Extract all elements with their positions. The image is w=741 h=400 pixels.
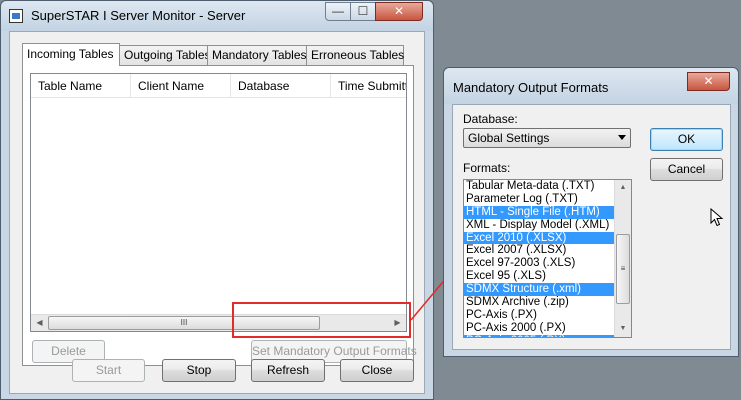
format-list-item[interactable]: Excel 2010 (.XLSX): [464, 231, 615, 245]
format-list-item[interactable]: Parameter Log (.TXT): [464, 193, 615, 206]
dialog-title: Mandatory Output Formats: [453, 80, 609, 95]
dialog-client-area: Database: Global Settings Formats: Tabul…: [452, 104, 731, 350]
app-icon: [9, 9, 23, 23]
ok-button[interactable]: OK: [650, 128, 723, 151]
close-button[interactable]: Close: [340, 359, 414, 382]
incoming-tables-list[interactable]: Table Name Client Name Database Time Sub…: [30, 73, 407, 332]
column-table-name[interactable]: Table Name: [31, 74, 131, 98]
dialog-title-bar[interactable]: Mandatory Output Formats ✕: [444, 68, 738, 104]
format-list-item[interactable]: Excel 97-2003 (.XLS): [464, 257, 615, 270]
formats-label: Formats:: [463, 161, 511, 175]
database-label: Database:: [463, 112, 518, 126]
format-list-item[interactable]: SDMX Structure (.xml): [464, 283, 615, 297]
scroll-thumb[interactable]: ≡: [616, 234, 630, 304]
column-database[interactable]: Database: [231, 74, 331, 98]
mouse-pointer-icon: [710, 208, 724, 227]
formats-items: Tabular Meta-data (.TXT) Parameter Log (.…: [464, 180, 615, 337]
window-title: SuperSTAR I Server Monitor - Server: [31, 8, 246, 23]
formats-listbox[interactable]: Tabular Meta-data (.TXT) Parameter Log (.…: [463, 179, 632, 338]
tab-outgoing-tables[interactable]: Outgoing Tables: [119, 45, 211, 65]
maximize-button[interactable]: ☐: [350, 2, 376, 21]
format-list-item[interactable]: Excel 95 (.XLS): [464, 270, 615, 283]
mandatory-output-formats-dialog: Mandatory Output Formats ✕ Database: Glo…: [443, 67, 739, 357]
database-select[interactable]: Global Settings: [463, 128, 631, 148]
highlight-box: [232, 302, 411, 338]
refresh-button[interactable]: Refresh: [251, 359, 325, 382]
minimize-button[interactable]: —: [325, 2, 351, 21]
tab-incoming-tables[interactable]: Incoming Tables: [22, 43, 120, 66]
main-client-area: Incoming Tables Outgoing Tables Mandator…: [9, 31, 425, 394]
format-list-item[interactable]: PC-Axis (.PX): [464, 309, 615, 322]
format-list-item[interactable]: Excel 2007 (.XLSX): [464, 244, 615, 257]
format-list-item[interactable]: HTML - Single File (.HTM): [464, 205, 615, 219]
stop-button[interactable]: Stop: [162, 359, 236, 382]
chevron-down-icon: [618, 135, 626, 140]
column-client-name[interactable]: Client Name: [131, 74, 231, 98]
scroll-down-icon[interactable]: ▼: [615, 321, 631, 337]
scroll-up-icon[interactable]: ▲: [615, 180, 631, 196]
format-list-item[interactable]: XML - Display Model (.XML): [464, 219, 615, 232]
list-header: Table Name Client Name Database Time Sub…: [31, 74, 406, 98]
start-button[interactable]: Start: [72, 359, 145, 382]
server-monitor-window: SuperSTAR I Server Monitor - Server — ☐ …: [0, 0, 434, 400]
vertical-scrollbar[interactable]: ▲ ≡ ▼: [614, 180, 631, 337]
database-select-value: Global Settings: [468, 131, 550, 145]
dialog-close-button[interactable]: ✕: [687, 72, 730, 91]
column-time-submitted[interactable]: Time Submitted: [331, 74, 406, 98]
format-list-item[interactable]: PC-Axis 2000 (.PX): [464, 322, 615, 335]
format-list-item[interactable]: Tabular Meta-data (.TXT): [464, 180, 615, 193]
format-list-item[interactable]: SDMX Archive (.zip): [464, 296, 615, 309]
format-list-item[interactable]: PC-Axis 2005 (.PX): [464, 334, 615, 337]
scroll-left-icon[interactable]: ◀: [31, 315, 48, 331]
close-window-button[interactable]: ✕: [375, 2, 423, 21]
cancel-button[interactable]: Cancel: [650, 158, 723, 181]
main-title-bar[interactable]: SuperSTAR I Server Monitor - Server — ☐ …: [1, 1, 433, 31]
tab-erroneous-tables[interactable]: Erroneous Tables: [306, 45, 404, 65]
tab-mandatory-tables[interactable]: Mandatory Tables: [207, 45, 307, 65]
